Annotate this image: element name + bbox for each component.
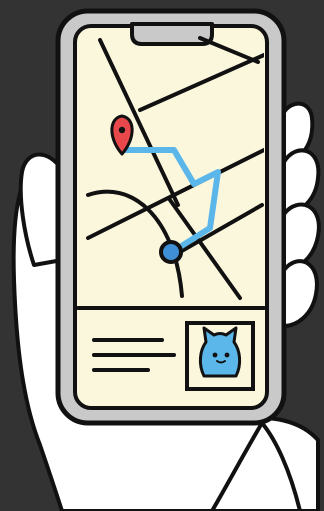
- cat-avatar-icon: [198, 326, 242, 378]
- cat-eye-icon: [212, 352, 218, 358]
- phone-map-illustration: [0, 0, 324, 511]
- location-dot-icon[interactable]: [159, 240, 183, 264]
- phone-notch: [130, 22, 214, 46]
- cat-eye-icon: [224, 352, 230, 358]
- illustration-canvas: [0, 0, 324, 511]
